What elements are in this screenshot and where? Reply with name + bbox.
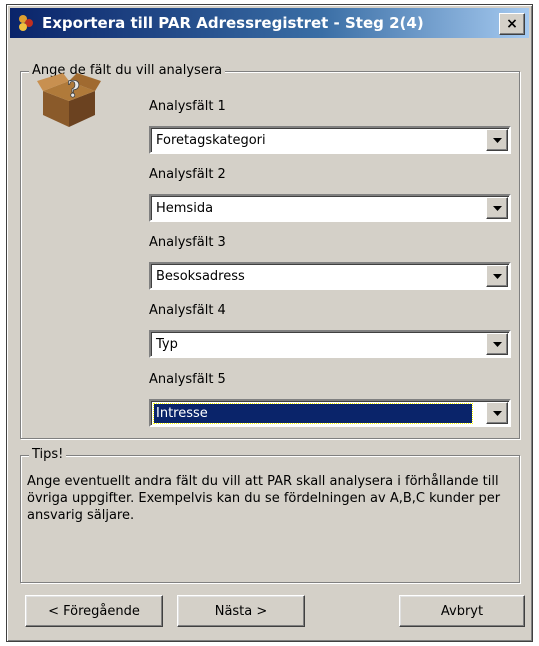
analysfalt-1-dropdown-button[interactable] <box>486 129 508 151</box>
chevron-down-icon <box>492 410 502 416</box>
analysfalt-4-value: Typ <box>156 337 178 352</box>
par-app-icon <box>19 15 33 31</box>
title-bar[interactable]: Exportera till PAR Adressregistret - Ste… <box>10 8 529 38</box>
analysfalt-3-value: Besoksadress <box>156 269 245 284</box>
previous-button-label: < Föregående <box>48 603 140 619</box>
analysfalt-1-label: Analysfält 1 <box>149 99 226 114</box>
chevron-down-icon <box>492 205 502 211</box>
export-dialog: Exportera till PAR Adressregistret - Ste… <box>6 4 533 642</box>
close-button[interactable]: × <box>499 13 525 35</box>
analysfalt-2-label: Analysfält 2 <box>149 167 226 182</box>
previous-button[interactable]: < Föregående <box>25 595 163 627</box>
analysfalt-2-value: Hemsida <box>156 201 214 216</box>
box-question-icon: ? <box>37 73 101 127</box>
analysfalt-5-dropdown-button[interactable] <box>486 402 508 424</box>
analysfalt-1-value: Foretagskategori <box>156 133 266 148</box>
chevron-down-icon <box>492 341 502 347</box>
next-button-label: Nästa > <box>214 603 268 619</box>
window-title: Exportera till PAR Adressregistret - Ste… <box>42 14 424 32</box>
analysfalt-1-combo[interactable]: Foretagskategori <box>149 126 511 154</box>
analysfalt-4-label: Analysfält 4 <box>149 303 226 318</box>
svg-text:?: ? <box>67 77 80 103</box>
chevron-down-icon <box>492 273 502 279</box>
tips-text: Ange eventuellt andra fält du vill att P… <box>27 474 501 523</box>
analysfalt-3-combo[interactable]: Besoksadress <box>149 262 511 290</box>
next-button[interactable]: Nästa > <box>177 595 305 627</box>
analysfalt-5-combo[interactable]: Intresse <box>149 399 511 427</box>
analysfalt-3-label: Analysfält 3 <box>149 235 226 250</box>
analysfalt-3-dropdown-button[interactable] <box>486 265 508 287</box>
cancel-button-label: Avbryt <box>440 603 484 619</box>
close-icon: × <box>506 16 518 32</box>
analysfalt-5-label: Analysfält 5 <box>149 372 226 387</box>
tips-groupbox-legend: Tips! <box>29 447 67 462</box>
analysfalt-2-combo[interactable]: Hemsida <box>149 194 511 222</box>
analysfalt-2-dropdown-button[interactable] <box>486 197 508 219</box>
cancel-button[interactable]: Avbryt <box>399 595 525 627</box>
analysfalt-4-dropdown-button[interactable] <box>486 333 508 355</box>
analysfalt-4-combo[interactable]: Typ <box>149 330 511 358</box>
chevron-down-icon <box>492 137 502 143</box>
analysfalt-5-value: Intresse <box>153 403 473 424</box>
